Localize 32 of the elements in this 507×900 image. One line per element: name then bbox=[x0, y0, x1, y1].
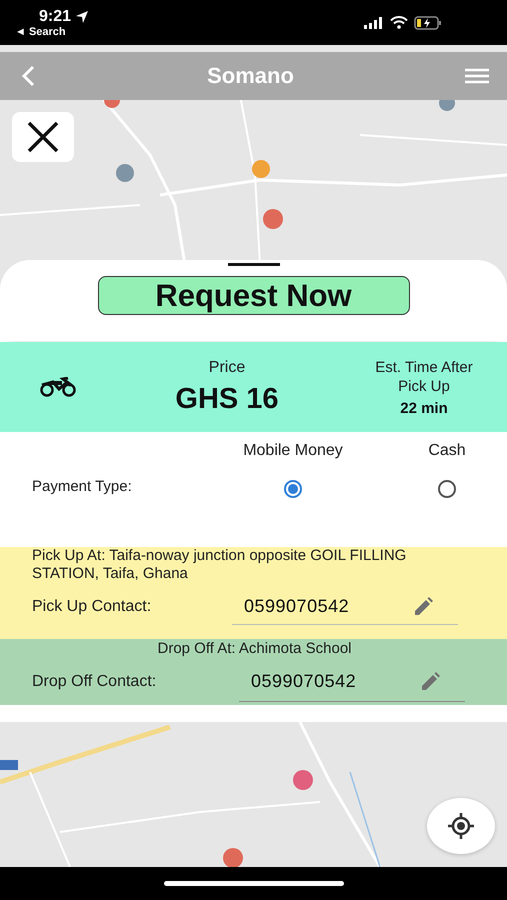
payment-type-label: Payment Type: bbox=[32, 478, 132, 495]
request-now-button[interactable]: Request Now bbox=[98, 276, 410, 315]
dropoff-contact-label: Drop Off Contact: bbox=[32, 673, 158, 691]
pickup-address: Pick Up At: Taifa-noway junction opposite GOIL FILLING STATION, Taifa, Ghana bbox=[32, 547, 408, 583]
clock-time: 9:21 bbox=[39, 8, 72, 26]
drag-handle[interactable] bbox=[228, 263, 280, 266]
signal-icon bbox=[364, 16, 384, 28]
screen-title: Somano bbox=[207, 63, 294, 89]
wifi-icon bbox=[390, 16, 408, 29]
time-label: Est. Time After Pick Up bbox=[374, 358, 474, 396]
close-button[interactable] bbox=[12, 112, 74, 162]
pickup-contact-label: Pick Up Contact: bbox=[32, 598, 152, 616]
radio-button[interactable] bbox=[284, 480, 302, 498]
back-icon[interactable] bbox=[20, 65, 36, 87]
battery-icon bbox=[414, 16, 442, 30]
dropoff-address: Drop Off At: Achimota School bbox=[156, 640, 352, 658]
motorcycle-icon bbox=[39, 377, 77, 397]
menu-icon[interactable] bbox=[464, 68, 489, 84]
phone-number-input[interactable]: 0599070542 bbox=[232, 594, 392, 620]
time-value: 22 min bbox=[400, 400, 448, 416]
payment-option-label: Cash bbox=[428, 442, 466, 460]
location-arrow-icon bbox=[75, 10, 90, 24]
close-icon bbox=[25, 119, 61, 155]
payment-option-label: Mobile Money bbox=[243, 442, 343, 460]
crosshair-icon bbox=[447, 812, 475, 840]
back-to-app-link[interactable]: ◄ Search bbox=[15, 26, 66, 38]
pencil-icon[interactable] bbox=[419, 670, 441, 692]
radio-button[interactable] bbox=[438, 480, 456, 498]
price-label: Price bbox=[208, 358, 246, 376]
phone-number-input[interactable]: 0599070542 bbox=[239, 668, 399, 694]
pencil-icon[interactable] bbox=[412, 596, 434, 618]
price-value: GHS 16 bbox=[175, 382, 279, 416]
